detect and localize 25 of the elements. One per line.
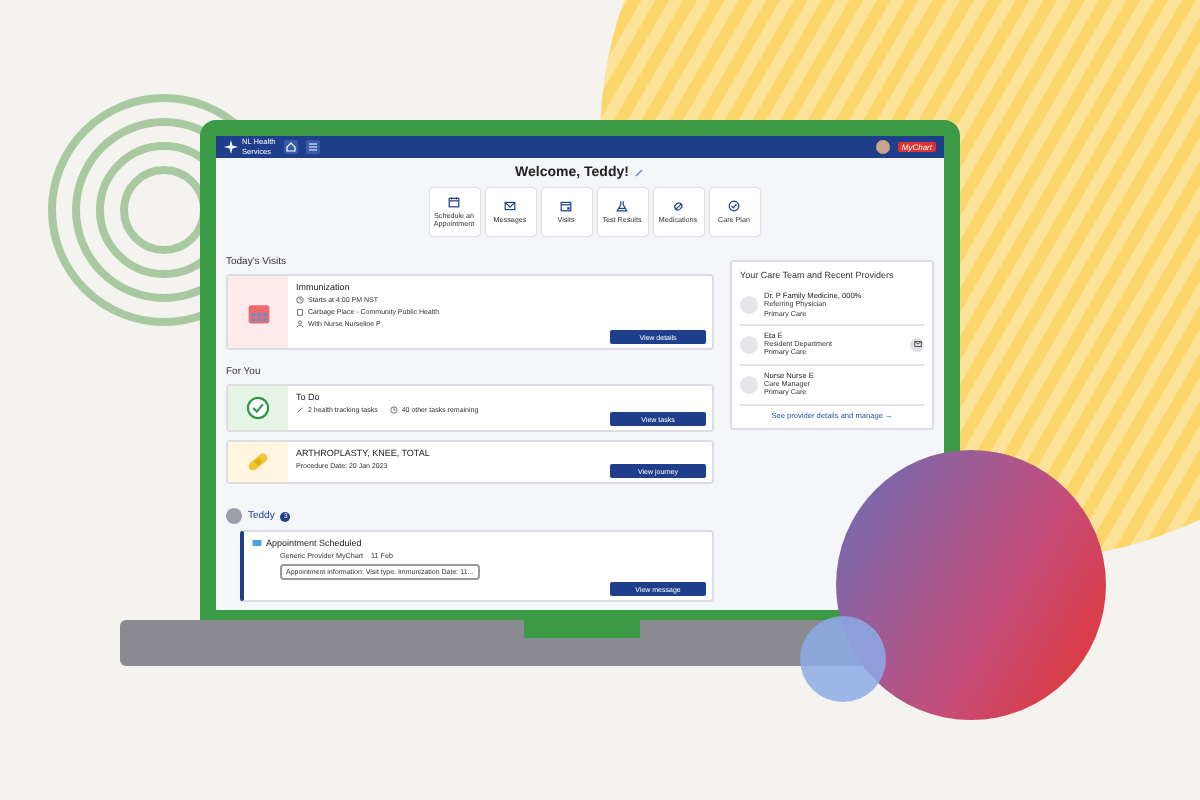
envelope-icon <box>913 340 921 349</box>
home-button[interactable] <box>283 140 298 154</box>
provider-avatar <box>740 295 758 314</box>
clock-icon <box>296 296 304 304</box>
calendar-icon <box>560 200 572 212</box>
provider-avatar <box>740 335 758 354</box>
message-button[interactable] <box>910 337 924 352</box>
pill-icon <box>672 200 684 212</box>
clock-icon <box>389 406 398 414</box>
home-icon <box>285 142 296 152</box>
cross-logo-icon <box>224 140 238 154</box>
user-avatar <box>226 508 242 524</box>
flask-icon <box>616 200 628 212</box>
provider-avatar <box>740 375 758 394</box>
building-icon <box>296 308 304 316</box>
user-avatar[interactable] <box>875 140 890 154</box>
envelope-icon <box>252 538 262 548</box>
menu-icon <box>307 142 318 152</box>
check-circle-icon <box>246 396 270 420</box>
calendar-icon <box>448 196 460 208</box>
person-icon <box>296 320 304 328</box>
check-circle-icon <box>728 200 740 212</box>
envelope-icon <box>504 200 516 212</box>
menu-button[interactable] <box>305 140 320 154</box>
calendar-icon <box>245 299 271 325</box>
